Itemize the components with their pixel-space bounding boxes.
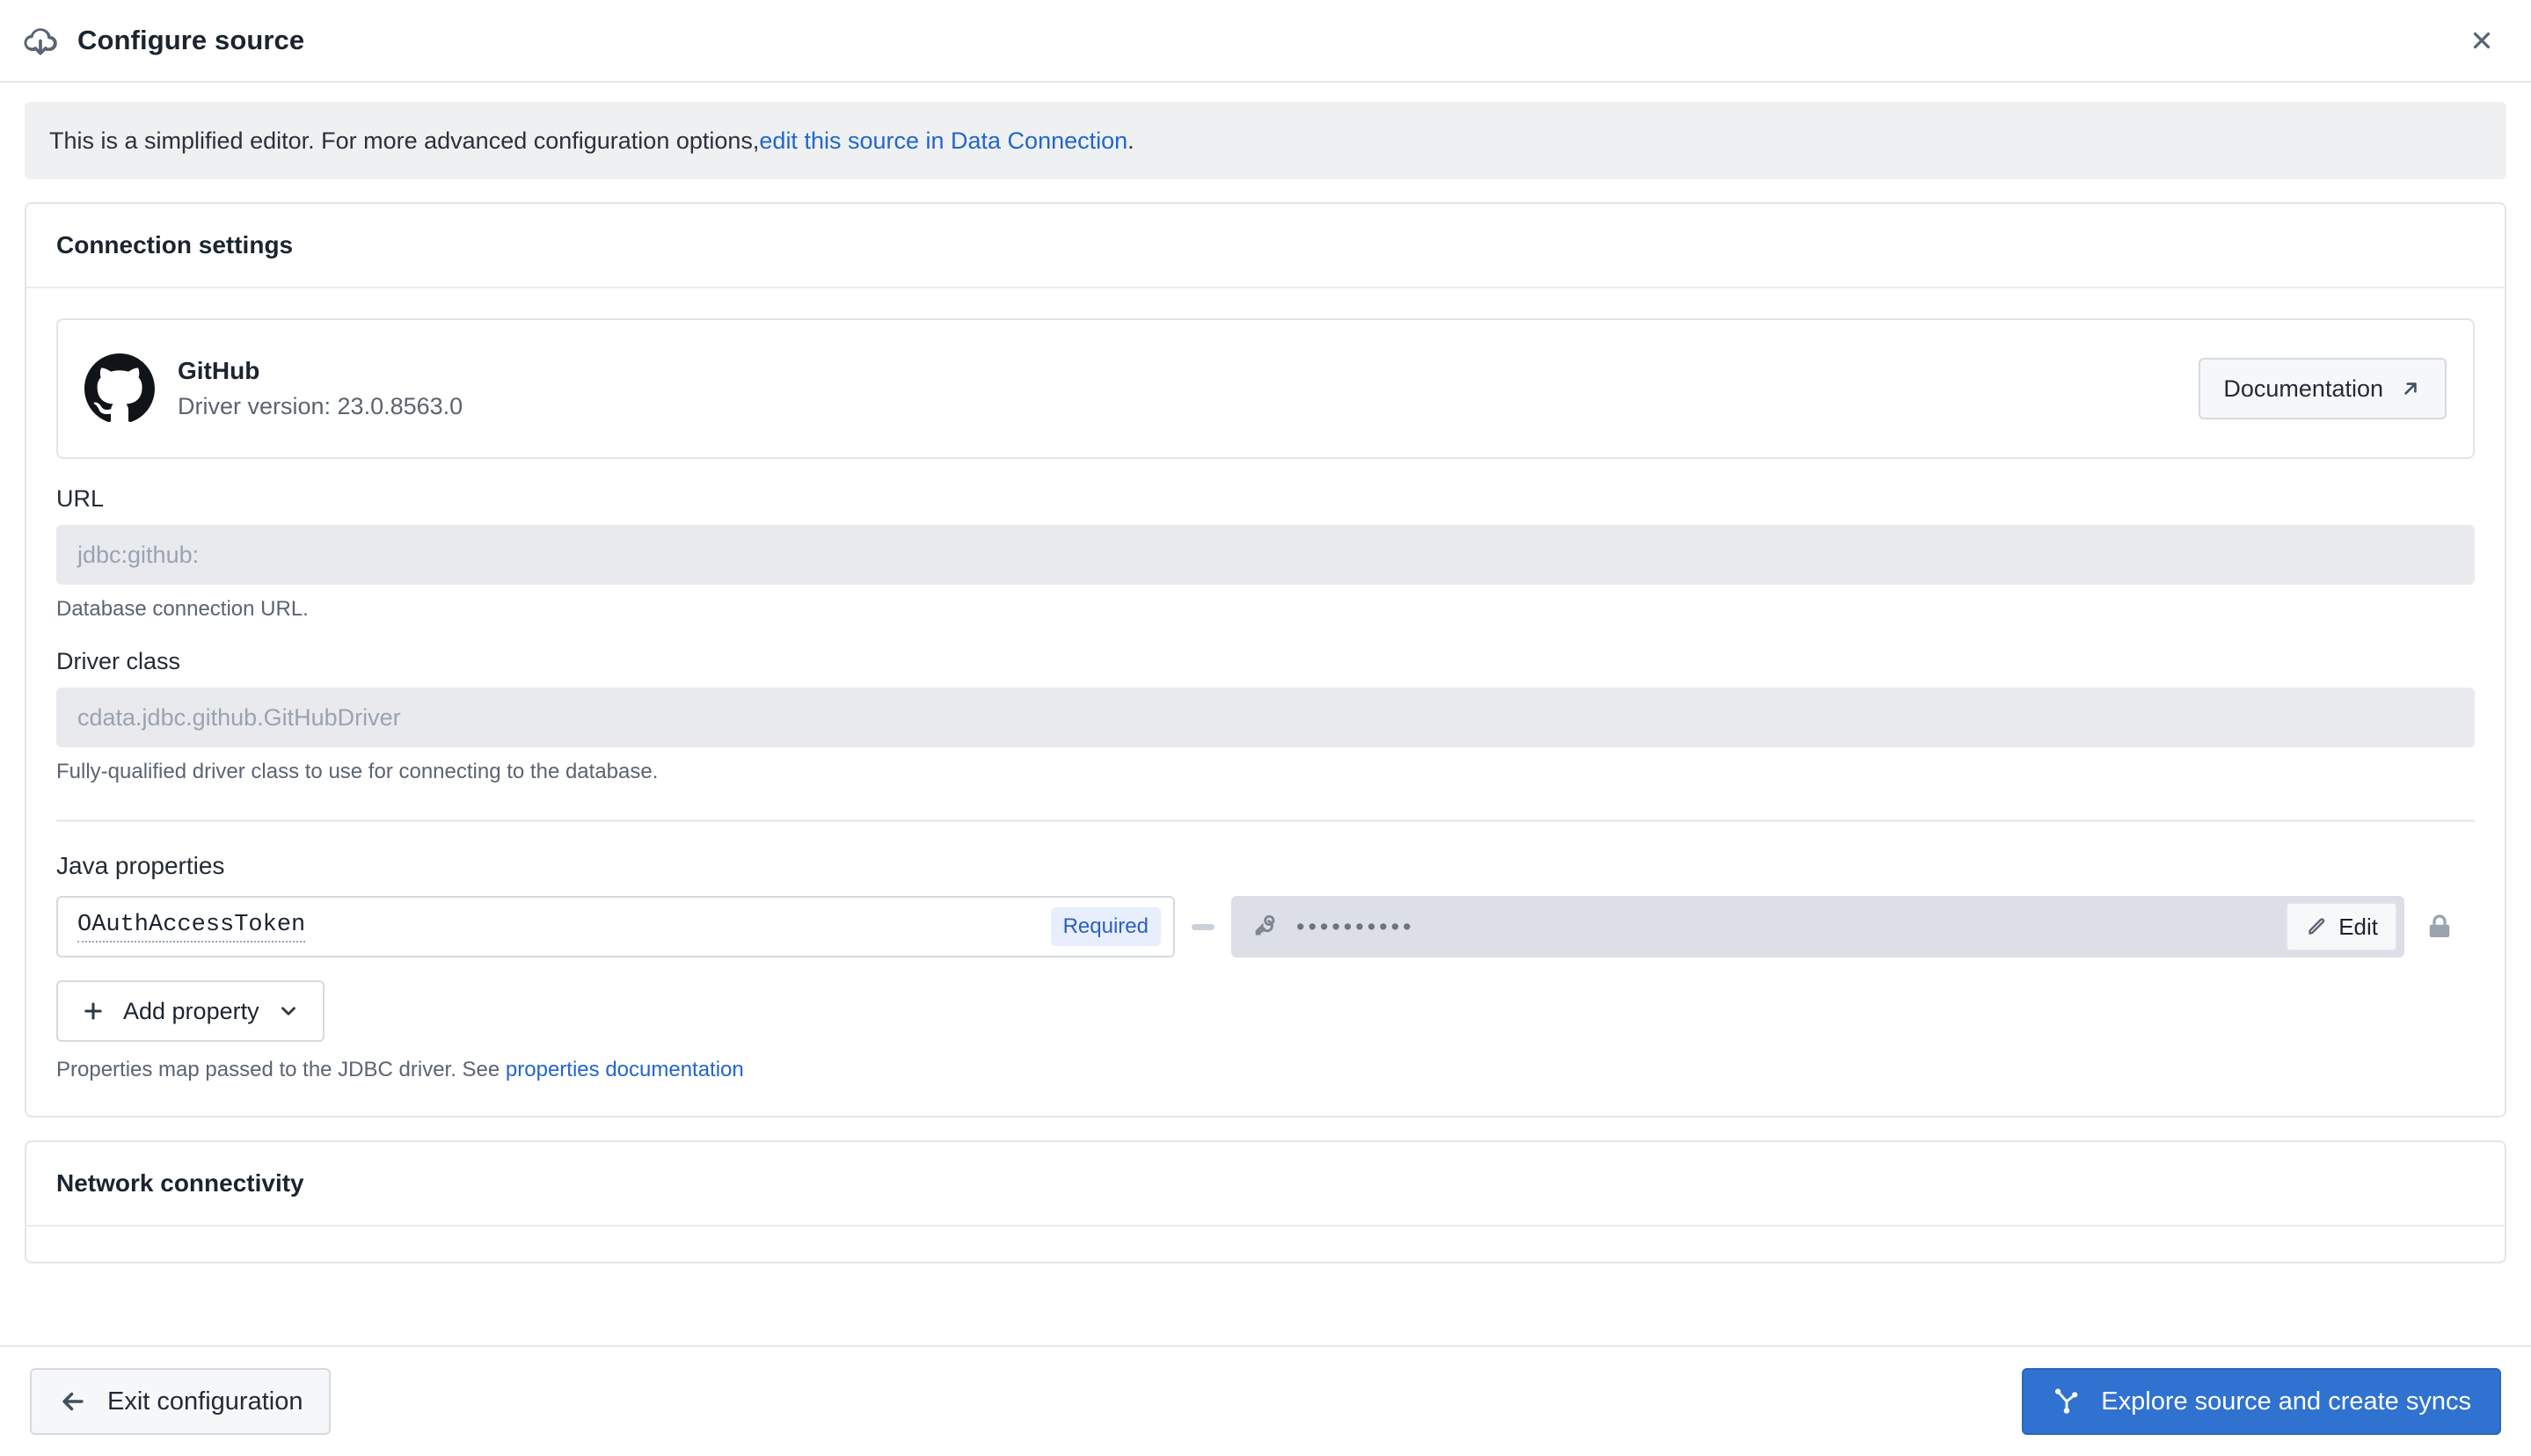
dialog-footer: Exit configuration Explore source and cr… (0, 1345, 2531, 1456)
close-button[interactable] (2462, 21, 2501, 60)
java-properties-help-text: Properties map passed to the JDBC driver… (56, 1058, 506, 1081)
driver-class-field-group: Driver class cdata.jdbc.github.GitHubDri… (56, 648, 2475, 784)
java-properties-help: Properties map passed to the JDBC driver… (56, 1058, 2475, 1082)
url-input[interactable]: jdbc:github: (56, 525, 2475, 585)
simplified-editor-notice: This is a simplified editor. For more ad… (25, 102, 2506, 179)
driver-class-help: Fully-qualified driver class to use for … (56, 760, 659, 783)
driver-class-label: Driver class (56, 648, 181, 674)
driver-meta: GitHub Driver version: 23.0.8563.0 (178, 357, 2199, 420)
documentation-button[interactable]: Documentation (2199, 358, 2447, 419)
lock-icon (2429, 914, 2450, 937)
network-connectivity-card: Network connectivity (25, 1140, 2506, 1263)
property-key-name: OAuthAccessToken (77, 912, 306, 943)
java-properties-label: Java properties (56, 852, 225, 879)
connection-settings-card: Connection settings GitHub Driver versio… (25, 202, 2506, 1117)
notice-text-before: This is a simplified editor. For more ad… (49, 127, 760, 154)
arrow-left-icon (62, 1392, 84, 1411)
edit-in-data-connection-link[interactable]: edit this source in Data Connection (759, 127, 1127, 155)
driver-version: Driver version: 23.0.8563.0 (178, 393, 463, 419)
url-field-group: URL jdbc:github: Database connection URL… (56, 485, 2475, 622)
property-lock-wrapper (2404, 911, 2475, 943)
dialog-body: This is a simplified editor. For more ad… (0, 83, 2531, 1345)
cloud-download-icon (24, 28, 57, 55)
configure-source-dialog: Configure source This is a simplified ed… (0, 0, 2531, 1456)
connection-settings-body: GitHub Driver version: 23.0.8563.0 Docum… (26, 288, 2505, 1116)
key-icon (1255, 914, 1275, 935)
dialog-titlebar: Configure source (0, 0, 2531, 83)
explore-source-label: Explore source and create syncs (2101, 1387, 2471, 1416)
sitemap-icon (2055, 1388, 2078, 1414)
close-icon (2473, 32, 2491, 49)
url-help: Database connection URL. (56, 597, 309, 621)
property-value-masked: •••••••••• (1296, 913, 1415, 940)
edit-property-value-button[interactable]: Edit (2286, 902, 2397, 951)
java-property-row: OAuthAccessToken Required •••••••••• Edi… (56, 896, 2475, 957)
driver-info-box: GitHub Driver version: 23.0.8563.0 Docum… (56, 318, 2475, 459)
driver-class-input[interactable]: cdata.jdbc.github.GitHubDriver (56, 688, 2475, 747)
pencil-icon (2309, 918, 2325, 935)
chevron-down-icon (281, 1007, 295, 1016)
external-link-arrow-icon (2404, 382, 2417, 395)
driver-name: GitHub (178, 357, 260, 384)
exit-configuration-label: Exit configuration (107, 1387, 303, 1416)
explore-source-button[interactable]: Explore source and create syncs (2022, 1368, 2501, 1435)
required-badge: Required (1050, 907, 1161, 946)
network-connectivity-heading: Network connectivity (26, 1142, 2505, 1227)
network-connectivity-body (26, 1227, 2505, 1262)
connection-settings-heading: Connection settings (26, 204, 2505, 288)
exit-configuration-button[interactable]: Exit configuration (30, 1368, 332, 1435)
page-title: Configure source (77, 25, 305, 55)
property-separator (1175, 923, 1231, 930)
github-logo-icon (84, 353, 155, 423)
url-label: URL (56, 485, 105, 512)
plus-icon (84, 1002, 102, 1020)
section-divider (56, 819, 2475, 822)
add-property-label: Add property (123, 997, 259, 1024)
properties-documentation-link[interactable]: properties documentation (506, 1058, 744, 1081)
notice-text-after: . (1127, 127, 1134, 154)
property-key-field[interactable]: OAuthAccessToken Required (56, 896, 1175, 957)
documentation-button-label: Documentation (2223, 375, 2383, 402)
edit-button-label: Edit (2338, 913, 2378, 940)
add-property-button[interactable]: Add property (56, 980, 325, 1042)
property-value-field[interactable]: •••••••••• Edit (1231, 896, 2404, 957)
